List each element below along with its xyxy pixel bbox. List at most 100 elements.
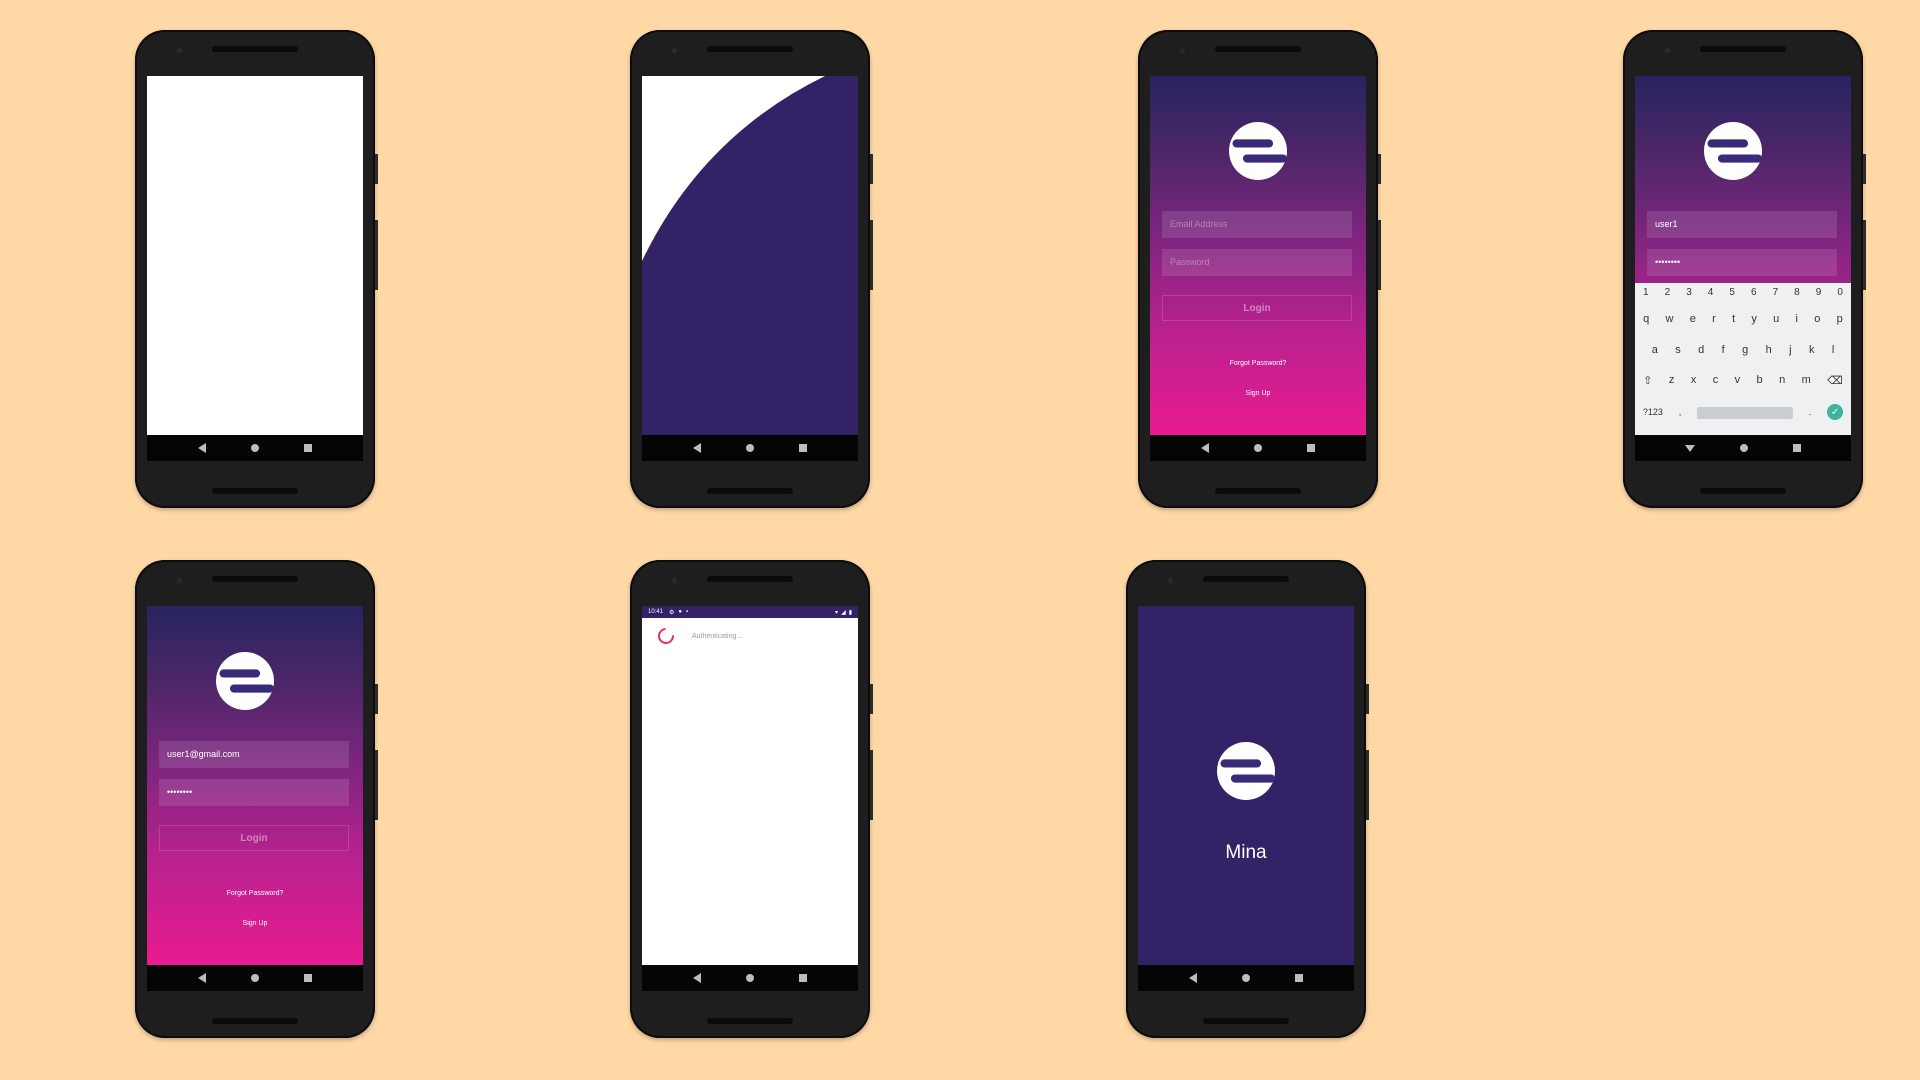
recents-icon[interactable] xyxy=(799,974,808,982)
key[interactable]: t xyxy=(1732,313,1735,325)
home-icon[interactable] xyxy=(1253,444,1262,452)
volume-button xyxy=(1378,220,1381,290)
home-icon[interactable] xyxy=(250,974,259,982)
key[interactable]: b xyxy=(1757,374,1763,387)
home-icon[interactable] xyxy=(1241,974,1250,982)
key[interactable]: 9 xyxy=(1816,287,1822,298)
phone-splash: Mina xyxy=(1126,560,1369,1038)
signal-icon: ◢ xyxy=(841,609,846,616)
key[interactable]: h xyxy=(1766,344,1772,356)
side-button xyxy=(1863,154,1866,184)
status-time: 10:41 xyxy=(648,609,664,615)
key[interactable]: 4 xyxy=(1708,287,1714,298)
key[interactable]: r xyxy=(1712,313,1716,325)
hide-keyboard-icon[interactable] xyxy=(1685,444,1696,452)
wifi-icon: ▾ xyxy=(835,609,839,616)
key[interactable]: n xyxy=(1779,374,1785,387)
key[interactable]: l xyxy=(1832,344,1834,356)
sign-up-link[interactable]: Sign Up xyxy=(1150,390,1366,397)
mina-logo-icon xyxy=(1217,742,1275,800)
key[interactable]: g xyxy=(1742,344,1748,356)
shift-icon[interactable]: ⇧ xyxy=(1643,374,1652,387)
backspace-icon[interactable]: ⌫ xyxy=(1827,374,1843,387)
key[interactable]: u xyxy=(1773,313,1779,325)
key[interactable]: v xyxy=(1735,374,1741,387)
comma-key[interactable]: , xyxy=(1679,407,1682,417)
key[interactable]: o xyxy=(1814,313,1820,325)
recents-icon[interactable] xyxy=(304,974,313,982)
back-icon[interactable] xyxy=(197,973,206,983)
symbols-key[interactable]: ?123 xyxy=(1643,407,1663,417)
recents-icon[interactable] xyxy=(1792,444,1801,452)
key[interactable]: i xyxy=(1796,313,1798,325)
key[interactable]: s xyxy=(1675,344,1681,356)
home-icon[interactable] xyxy=(745,974,754,982)
phone-login-empty: Email Address Password Login Forgot Pass… xyxy=(1138,30,1381,508)
key[interactable]: f xyxy=(1722,344,1725,356)
home-icon[interactable] xyxy=(745,444,754,452)
speaker-bottom xyxy=(212,488,298,494)
key[interactable]: 5 xyxy=(1729,287,1735,298)
speaker-top xyxy=(212,46,298,52)
key[interactable]: j xyxy=(1789,344,1791,356)
keyboard-row-4: ?123 , . ✓ xyxy=(1635,404,1851,420)
key[interactable]: 3 xyxy=(1686,287,1692,298)
nav-bar xyxy=(642,435,858,461)
back-icon[interactable] xyxy=(197,443,206,453)
key[interactable]: y xyxy=(1751,313,1757,325)
space-bar[interactable] xyxy=(1697,407,1793,419)
key[interactable]: p xyxy=(1837,313,1843,325)
key[interactable]: 7 xyxy=(1773,287,1779,298)
key[interactable]: c xyxy=(1713,374,1719,387)
home-icon[interactable] xyxy=(1739,444,1748,452)
key[interactable]: a xyxy=(1652,344,1658,356)
volume-button xyxy=(870,750,873,820)
key[interactable]: 2 xyxy=(1665,287,1671,298)
back-icon[interactable] xyxy=(692,443,701,453)
key[interactable]: 8 xyxy=(1794,287,1800,298)
key[interactable]: q xyxy=(1643,313,1649,325)
key[interactable]: m xyxy=(1802,374,1811,387)
email-field[interactable]: user1@gmail.com xyxy=(159,741,349,768)
key[interactable]: x xyxy=(1691,374,1697,387)
keyboard-row-1: q w e r t y u i o p xyxy=(1635,313,1851,325)
screen-blank xyxy=(147,76,363,435)
password-field[interactable]: •••••••• xyxy=(1647,249,1837,276)
forgot-password-link[interactable]: Forgot Password? xyxy=(1150,360,1366,367)
email-field[interactable]: user1 xyxy=(1647,211,1837,238)
battery-icon: ▮ xyxy=(848,609,852,616)
key[interactable]: 1 xyxy=(1643,287,1649,298)
key[interactable]: d xyxy=(1698,344,1704,356)
key[interactable]: 0 xyxy=(1837,287,1843,298)
key[interactable]: k xyxy=(1809,344,1815,356)
check-icon[interactable]: ✓ xyxy=(1827,404,1844,420)
back-icon[interactable] xyxy=(692,973,701,983)
password-field[interactable]: •••••••• xyxy=(159,779,349,806)
login-button[interactable]: Login xyxy=(1162,295,1352,321)
key[interactable]: 6 xyxy=(1751,287,1757,298)
recents-icon[interactable] xyxy=(1307,444,1316,452)
back-icon[interactable] xyxy=(1188,973,1197,983)
password-field[interactable]: Password xyxy=(1162,249,1352,276)
volume-button xyxy=(1863,220,1866,290)
screen-login-filled: user1@gmail.com •••••••• Login Forgot Pa… xyxy=(147,606,363,965)
screen-transition xyxy=(642,76,858,435)
email-field[interactable]: Email Address xyxy=(1162,211,1352,238)
nav-bar xyxy=(1138,965,1354,991)
key[interactable]: w xyxy=(1666,313,1674,325)
key[interactable]: z xyxy=(1669,374,1675,387)
back-icon[interactable] xyxy=(1200,443,1209,453)
home-icon[interactable] xyxy=(250,444,259,452)
sign-up-link[interactable]: Sign Up xyxy=(147,920,363,927)
recents-icon[interactable] xyxy=(304,444,313,452)
phone-login-keyboard: user1 •••••••• 1 2 3 4 5 6 7 8 9 0 q w e… xyxy=(1623,30,1866,508)
volume-button xyxy=(375,220,378,290)
recents-icon[interactable] xyxy=(799,444,808,452)
recents-icon[interactable] xyxy=(1295,974,1304,982)
key[interactable]: e xyxy=(1690,313,1696,325)
forgot-password-link[interactable]: Forgot Password? xyxy=(147,890,363,897)
camera xyxy=(177,578,182,583)
camera xyxy=(1180,48,1185,53)
login-button[interactable]: Login xyxy=(159,825,349,851)
period-key[interactable]: . xyxy=(1809,407,1812,417)
